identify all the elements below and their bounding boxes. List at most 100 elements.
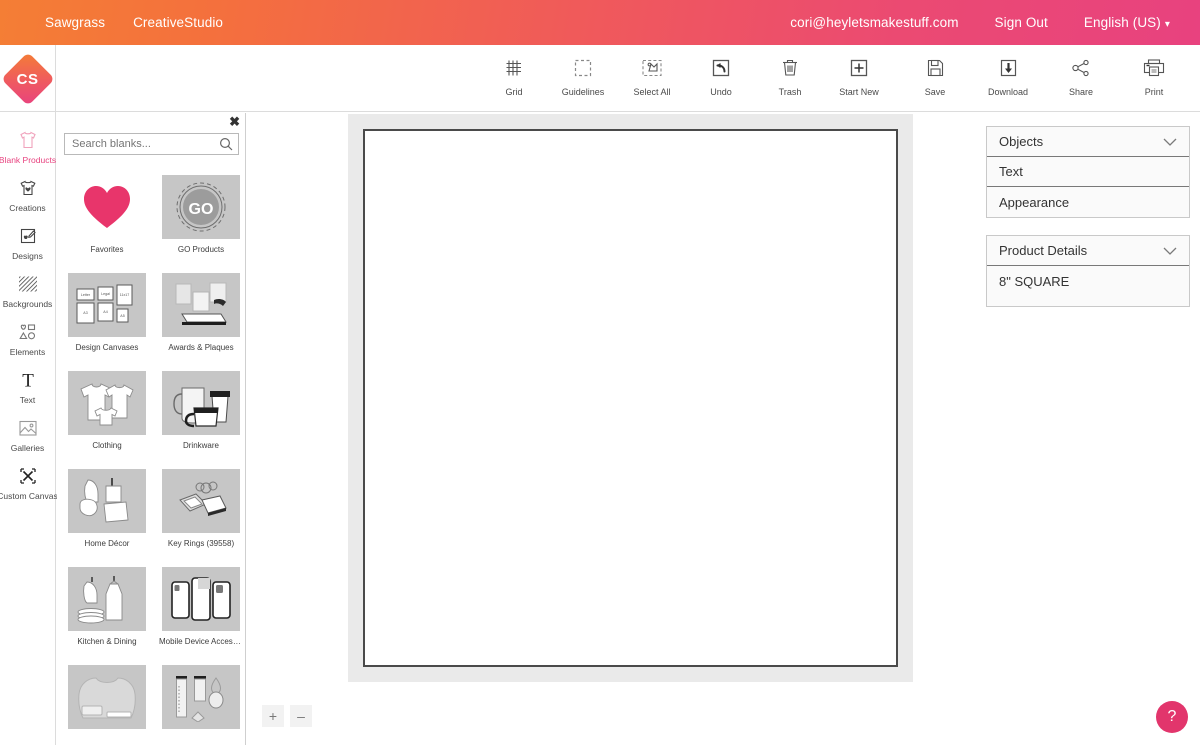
category-thumbnail [162,567,240,631]
start-new-button[interactable]: Start New [835,53,883,97]
objects-row-appearance[interactable]: Appearance [987,187,1189,217]
design-canvas[interactable] [363,129,898,667]
share-label: Share [1068,87,1094,97]
top-bar: Sawgrass CreativeStudio cori@heyletsmake… [0,0,1200,45]
search-container [64,133,239,155]
category-clothing[interactable]: Clothing [65,362,149,460]
main-toolbar: CS Grid Guidelines Select All Undo Trash… [0,45,1200,112]
tshirt-heart-icon [18,176,38,200]
objects-row-text[interactable]: Text [987,157,1189,187]
trash-label: Trash [778,87,802,97]
help-button[interactable]: ? [1156,701,1188,733]
search-input[interactable] [64,133,239,155]
undo-label: Undo [710,87,732,97]
top-bar-right: cori@heyletsmakestuff.com Sign Out Engli… [790,15,1170,30]
toolbar-right-group: Save Download Share Print [911,53,1178,97]
category-design-canvases[interactable]: Letter Legal 11x17 A3 A4 A5 Design Canvases [65,264,149,362]
shapes-icon [17,320,39,344]
category-kitchen-dining[interactable]: Kitchen & Dining [65,558,149,656]
drinkware-icon [168,376,234,430]
product-details-accordion-header[interactable]: Product Details [987,236,1189,266]
sidebar-item-galleries[interactable]: Galleries [0,410,55,458]
undo-icon [711,53,731,83]
blank-categories-grid: Favorites GO GO Products Letter Legal 11… [57,166,245,745]
canvases-icon: Letter Legal 11x17 A3 A4 A5 [74,279,140,331]
objects-row-appearance-label: Appearance [999,194,1070,210]
svg-text:A4: A4 [103,310,107,314]
language-selector[interactable]: English (US) ▾ [1084,15,1170,30]
close-icon[interactable]: ✖ [229,115,240,128]
search-icon[interactable] [219,137,233,151]
guidelines-label: Guidelines [561,87,605,97]
brand-link[interactable]: Sawgrass [45,15,105,30]
category-awards-plaques[interactable]: Awards & Plaques [159,264,243,362]
sidebar-item-custom-canvas[interactable]: Custom Canvas [0,458,58,506]
go-badge-icon: GO [171,179,231,235]
top-bar-left: Sawgrass CreativeStudio [45,15,223,30]
category-thumbnail [68,175,146,239]
sidebar-item-elements[interactable]: Elements [0,314,55,362]
clothing-icon [74,376,140,430]
logo-text: CS [16,70,39,87]
category-thumbnail [162,371,240,435]
sidebar-label-custom-canvas: Custom Canvas [0,491,58,501]
sidebar-item-text[interactable]: T Text [0,362,55,410]
awards-icon [168,278,234,332]
svg-text:T: T [22,371,34,391]
category-label: Awards & Plaques [168,343,234,352]
download-label: Download [987,87,1029,97]
sidebar-label-backgrounds: Backgrounds [2,299,53,309]
zoom-in-button[interactable]: + [262,705,284,727]
category-apparel-partial[interactable] [65,656,149,745]
printer-icon [1143,53,1165,83]
category-favorites[interactable]: Favorites [65,166,149,264]
app-logo[interactable]: CS [0,45,56,112]
guidelines-button[interactable]: Guidelines [559,53,607,97]
category-key-rings[interactable]: Key Rings (39558) [159,460,243,558]
blank-products-panel: ✖ Favorites [57,113,246,745]
sidebar-item-backgrounds[interactable]: Backgrounds [0,266,55,314]
sidebar-item-blank-products[interactable]: Blank Products [0,122,56,170]
zoom-controls: + – [262,705,312,727]
save-button[interactable]: Save [911,53,959,97]
category-go-products[interactable]: GO GO Products [159,166,243,264]
share-button[interactable]: Share [1057,53,1105,97]
category-home-decor[interactable]: Home Décor [65,460,149,558]
zoom-out-button[interactable]: – [290,705,312,727]
app-name-link[interactable]: CreativeStudio [133,15,223,30]
sidebar-item-creations[interactable]: Creations [0,170,55,218]
grid-label: Grid [505,87,523,97]
design-pen-icon [18,224,38,248]
category-thumbnail [68,567,146,631]
category-mobile-device-accessories[interactable]: Mobile Device Accesso... [159,558,243,656]
category-label: Design Canvases [75,343,139,352]
product-details-accordion: Product Details 8" SQUARE [986,235,1190,307]
apparel-icon [74,672,140,722]
jewelry-icon [168,672,234,722]
guidelines-icon [573,53,593,83]
select-all-button[interactable]: Select All [628,53,676,97]
category-label: Key Rings (39558) [167,539,235,548]
grid-button[interactable]: Grid [490,53,538,97]
category-jewelry-partial[interactable] [159,656,243,745]
sidebar-label-designs: Designs [12,251,43,261]
download-button[interactable]: Download [984,53,1032,97]
svg-text:A3: A3 [83,311,87,315]
svg-text:Legal: Legal [101,292,110,296]
category-thumbnail [162,469,240,533]
trash-button[interactable]: Trash [766,53,814,97]
language-label: English (US) [1083,15,1161,30]
home-decor-icon [74,474,140,528]
chevron-down-icon [1163,247,1177,255]
sidebar-label-text: Text [19,395,36,405]
category-label: Mobile Device Accesso... [159,637,243,646]
sign-out-link[interactable]: Sign Out [995,15,1048,30]
start-new-label: Start New [839,87,879,97]
svg-text:GO: GO [189,201,214,218]
objects-label: Objects [999,134,1044,149]
objects-accordion-header[interactable]: Objects [987,127,1189,157]
category-drinkware[interactable]: Drinkware [159,362,243,460]
print-button[interactable]: Print [1130,53,1178,97]
sidebar-item-designs[interactable]: Designs [0,218,55,266]
undo-button[interactable]: Undo [697,53,745,97]
